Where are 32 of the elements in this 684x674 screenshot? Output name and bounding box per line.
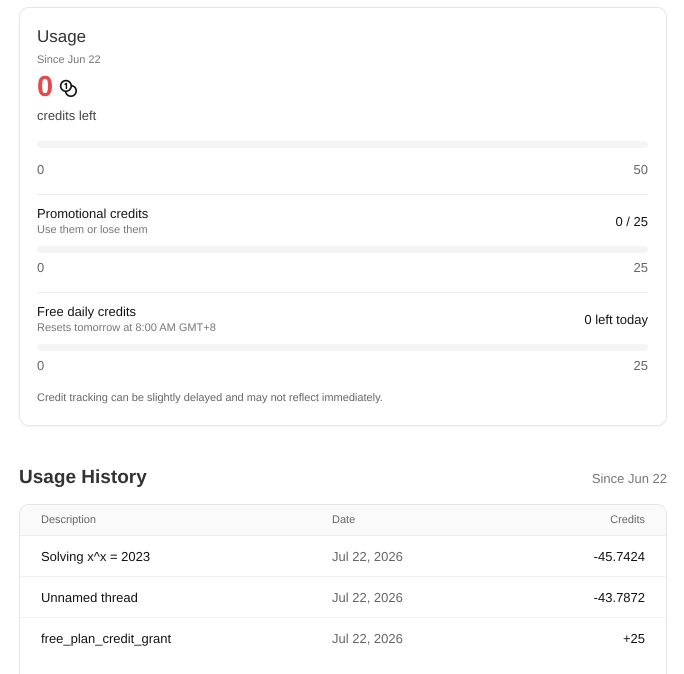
since-date: Since Jun 22 <box>37 53 102 67</box>
section-value: 0 left today <box>584 312 648 328</box>
credits-left-label: credits left <box>37 107 98 125</box>
description-cell-text: free_plan_credit_grant <box>41 630 172 646</box>
date-cell-text: Jul 22, 2026 <box>332 590 404 604</box>
scale-min-label: 0 <box>37 357 44 375</box>
section-title: Promotional credits <box>37 206 148 222</box>
date-cell-text: Jul 22, 2026 <box>332 630 404 646</box>
description-cell-text: Solving x^x = 2023 <box>41 548 152 564</box>
scale-min-label: 0 <box>37 161 44 179</box>
tracking-note: Credit tracking can be slightly delayed and may not reflect immediately. <box>37 391 384 405</box>
credits-left-count: 0 <box>37 71 54 103</box>
column-header: Description <box>41 514 98 526</box>
scale-min-label: 0 <box>37 259 44 277</box>
column-header: Date <box>332 514 356 526</box>
section-value: 0 / 25 <box>615 214 648 230</box>
date-cell-text: Jul 22, 2026 <box>332 548 404 564</box>
credits-cell: -45.7424 <box>594 548 645 564</box>
usage-title: Usage <box>37 26 88 48</box>
usage-history-title: Usage History <box>19 466 147 490</box>
scale-max-label: 25 <box>634 259 648 277</box>
description-cell-text: Unnamed thread <box>41 590 139 604</box>
scale-max-label: 25 <box>634 357 648 375</box>
since-date: Since Jun 22 <box>592 470 667 488</box>
section-subtitle: Use them or lose them <box>37 223 148 237</box>
scale-max-label: 50 <box>634 161 648 179</box>
credits-cell: +25 <box>622 630 645 646</box>
section-subtitle: Resets tomorrow at 8:00 AM GMT+8 <box>37 321 216 335</box>
credits-cell: -43.7872 <box>594 590 645 604</box>
section-title: Free daily credits <box>37 304 137 320</box>
column-header: Credits <box>610 514 645 526</box>
coins-icon <box>59 78 78 98</box>
